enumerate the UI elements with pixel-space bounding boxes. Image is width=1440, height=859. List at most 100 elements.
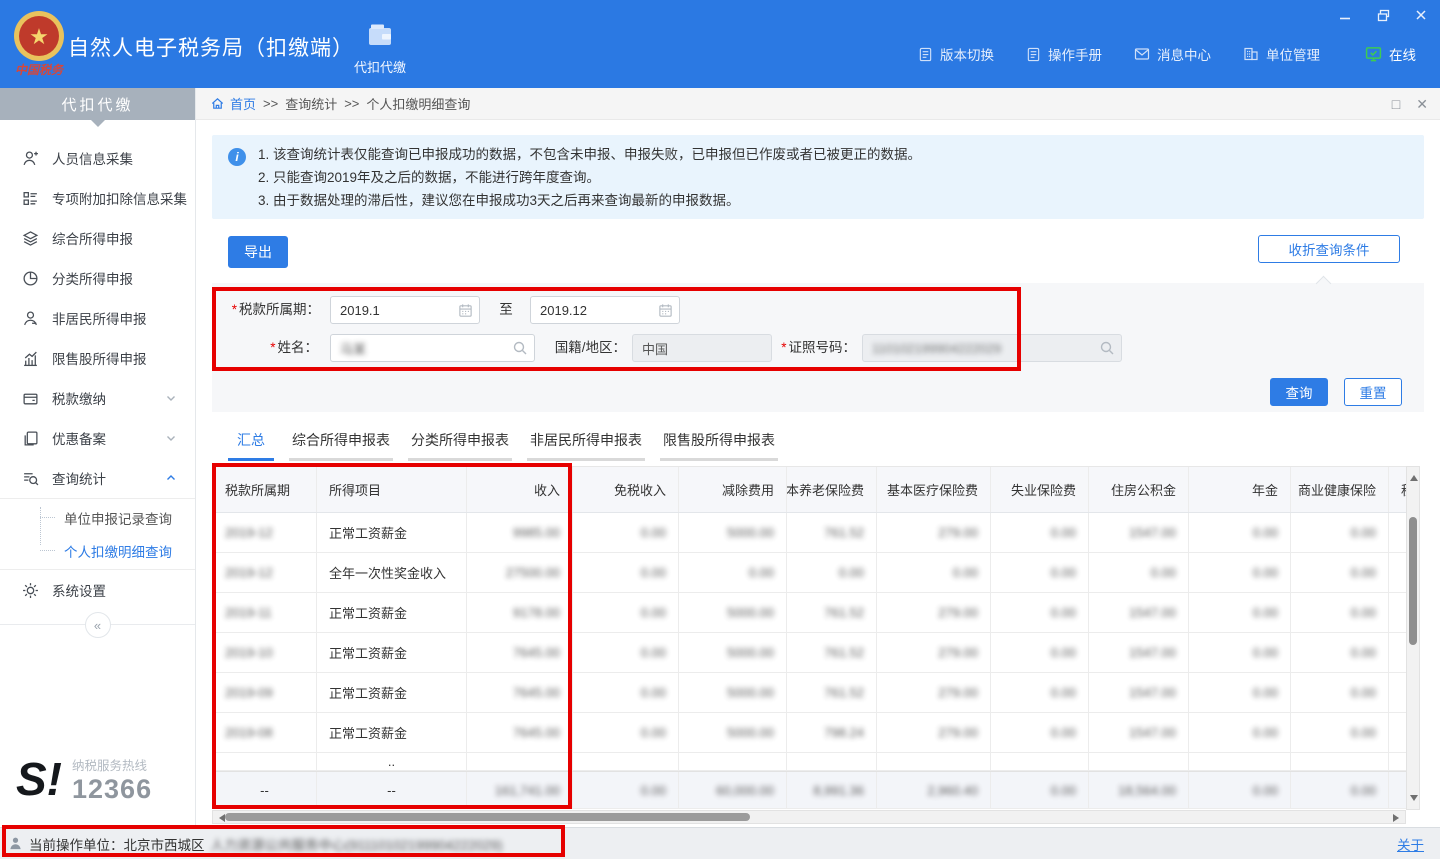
cell-value: 761.52 [824,605,864,620]
nav-tab-withholding[interactable]: 代扣代缴 [348,22,412,76]
sidebar-item-系统设置[interactable]: 系统设置 [0,570,195,610]
header-menu-item-单位管理[interactable]: 单位管理 [1243,44,1320,64]
header-menu-label: 版本切换 [940,44,994,64]
home-icon [210,96,225,111]
calendar-icon[interactable] [658,303,673,318]
tab-分类所得申报表[interactable]: 分类所得申报表 [408,430,512,461]
cell-value: 279.00 [938,605,978,620]
sidebar-item-综合所得申报[interactable]: 综合所得申报 [0,218,195,258]
table-cell: 1547.00 [1089,513,1189,552]
sidebar-item-专项附加扣除信息采集[interactable]: 专项附加扣除信息采集 [0,178,195,218]
notice-line: 1. 该查询统计表仅能查询已申报成功的数据，不包含未申报、申报失败，已申报但已作… [258,143,1408,166]
online-label: 在线 [1389,44,1416,64]
collapse-query-button[interactable]: 收折查询条件 [1258,235,1400,263]
table-cell: 2019-12 [213,553,317,592]
calendar-icon[interactable] [458,303,473,318]
query-button[interactable]: 查询 [1270,378,1328,406]
tab-综合所得申报表[interactable]: 综合所得申报表 [289,430,393,461]
cell-value: 0.00 [641,725,666,740]
about-link[interactable]: 关于 [1397,834,1424,854]
cert-number-input[interactable]: 110102199904222029 [862,334,1122,362]
sidebar-item-人员信息采集[interactable]: 人员信息采集 [0,138,195,178]
summary-cell: 0.00 [1291,772,1389,808]
cell-value: 7645.00 [513,685,560,700]
summary-cell [1389,772,1407,808]
scroll-up-arrow[interactable] [1410,471,1418,481]
horizontal-scrollbar[interactable] [212,810,1406,824]
cell-value: 1547.00 [1129,685,1176,700]
panel-close-icon[interactable]: ✕ [1416,96,1428,113]
table-cell: 全年一次性奖金收入 [317,553,467,592]
tab-限售股所得申报表[interactable]: 限售股所得申报表 [660,430,778,461]
sidebar-item-非居民所得申报[interactable]: 非居民所得申报 [0,298,195,338]
app-window: ★ 中国税务 自然人电子税务局（扣缴端） 代扣代缴 版本切换操作手册消息中心单位… [0,0,1440,859]
scroll-down-arrow[interactable] [1410,795,1418,805]
sidebar-item-优惠备案[interactable]: 优惠备案 [0,418,195,458]
minimize-button[interactable] [1336,6,1354,24]
sidebar-item-查询统计[interactable]: 查询统计 [0,458,195,498]
table-cell [467,753,573,770]
horizontal-scroll-thumb[interactable] [225,813,750,821]
vertical-scrollbar[interactable] [1406,466,1420,810]
restore-button[interactable] [1374,6,1392,24]
table-cell: 0.00 [573,633,679,672]
reset-button[interactable]: 重置 [1344,378,1402,406]
cell-value: 8,991.36 [813,783,864,798]
cell-value: 0.00 [641,645,666,660]
cert-label: *证照号码： [778,334,856,362]
nationality-input[interactable]: 中国 [632,334,772,362]
sidebar-item-label: 系统设置 [52,580,106,600]
table-row: 2019-09正常工资薪金7645.000.005000.00761.52279… [213,673,1406,713]
table-cell: 1547.00 [1089,713,1189,752]
header-menu-item-操作手册[interactable]: 操作手册 [1026,44,1102,64]
table-cell [679,753,787,770]
table-cell: 2019-12 [213,513,317,552]
period-start-input[interactable]: 2019.1 [330,296,480,324]
scroll-right-arrow[interactable] [1393,814,1403,822]
table-cell [213,753,317,770]
header-menu-label: 消息中心 [1157,44,1211,64]
breadcrumb-home[interactable]: 首页 [210,94,256,113]
table-cell [1089,753,1189,770]
cell-value: 279.00 [938,645,978,660]
panel-restore-icon[interactable]: □ [1392,96,1400,112]
name-input[interactable]: 马某 [330,334,535,362]
scroll-left-arrow[interactable] [215,814,225,822]
hotline-logo: S! 纳税服务热线 12366 [16,755,152,805]
tab-非居民所得申报表[interactable]: 非居民所得申报表 [527,430,645,461]
sidebar-item-label: 查询统计 [52,468,106,488]
table-cell: 1547.00 [1089,633,1189,672]
chevron-down-icon [162,432,179,444]
sidebar-item-限售股所得申报[interactable]: 限售股所得申报 [0,338,195,378]
sidebar-collapse-button[interactable]: « [85,612,111,638]
summary-cell: 0.00 [573,772,679,808]
search-icon[interactable] [1099,340,1115,356]
window-controls [1336,6,1430,24]
search-icon[interactable] [512,340,528,356]
table-cell: 0.00 [991,633,1089,672]
column-header-税款所属期: 税款所属期 [213,467,317,512]
cell-value: 0.00 [1351,525,1376,540]
vertical-scroll-thumb[interactable] [1409,517,1417,645]
cell-value: 0.00 [953,565,978,580]
header-menu-item-版本切换[interactable]: 版本切换 [918,44,994,64]
sidebar-item-分类所得申报[interactable]: 分类所得申报 [0,258,195,298]
sidebar-subitem-个人扣缴明细查询[interactable]: 个人扣缴明细查询 [0,534,195,567]
tab-汇总[interactable]: 汇总 [228,430,274,461]
pie-icon [22,270,39,287]
cell-value: 0.00 [1051,725,1076,740]
table-cell: 0.00 [1291,673,1389,712]
sidebar-subitem-单位申报记录查询[interactable]: 单位申报记录查询 [0,501,195,534]
sidebar-item-税款缴纳[interactable]: 税款缴纳 [0,378,195,418]
close-button[interactable] [1412,6,1430,24]
table-row-partial: .. [213,753,1406,771]
table-cell: 正常工资薪金 [317,513,467,552]
cell-value: 7645.00 [513,645,560,660]
period-end-input[interactable]: 2019.12 [530,296,680,324]
cell-value: 正常工资薪金 [329,643,407,662]
table-cell: 0.00 [1291,513,1389,552]
export-button[interactable]: 导出 [228,236,288,268]
sidebar-subitem-label: 单位申报记录查询 [64,508,172,528]
header-menu-item-消息中心[interactable]: 消息中心 [1134,44,1211,64]
table-row: 2019-10正常工资薪金7645.000.005000.00761.52279… [213,633,1406,673]
